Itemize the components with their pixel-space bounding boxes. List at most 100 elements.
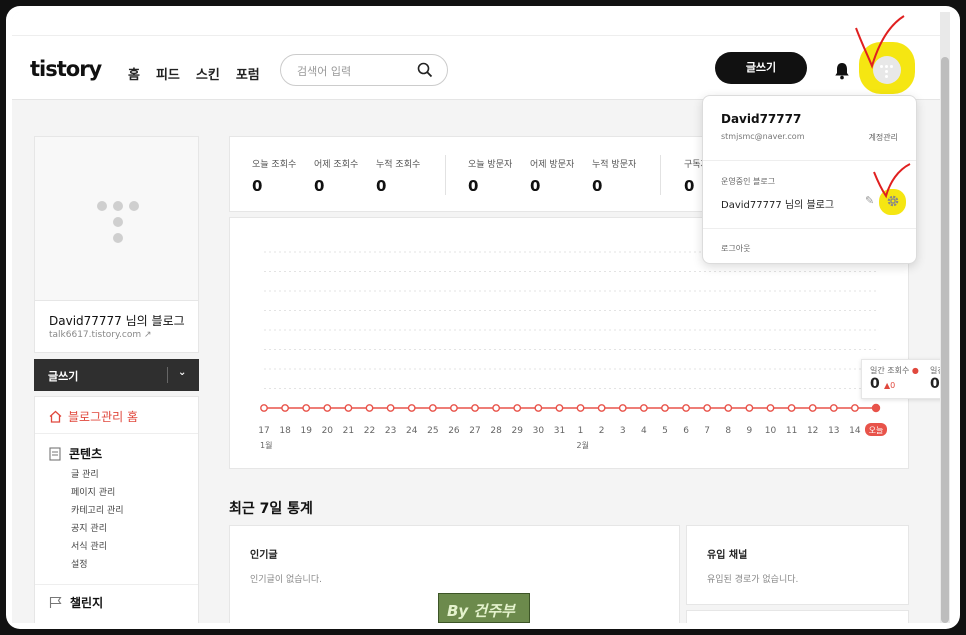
data-point [555, 404, 564, 412]
dropdown-blog-link[interactable]: David77777 님의 블로그 [721, 196, 834, 211]
home-icon [49, 410, 62, 423]
sidebar-item-settings[interactable]: 설정 [71, 557, 88, 570]
account-settings-link[interactable]: 계정관리 [869, 132, 898, 143]
data-point [682, 404, 690, 412]
data-point [344, 404, 353, 412]
divider [35, 584, 198, 585]
x-tick-label: 26 [448, 426, 460, 436]
data-point [850, 404, 859, 412]
data-point [386, 404, 395, 412]
inflow-channel-card: 유입 채널 유입된 경로가 없습니다. [686, 525, 909, 605]
stat-value: 0 [376, 177, 387, 195]
data-point [808, 404, 817, 412]
data-point [281, 404, 290, 412]
stat-value: 0 [530, 177, 541, 195]
stat-value: 0 [252, 177, 263, 195]
x-tick-label: 3 [620, 426, 626, 436]
nav-skin[interactable]: 스킨 [196, 64, 220, 83]
blog-url-text: talk6617.tistory.com [49, 330, 142, 340]
stat-label: 오늘 방문자 [468, 160, 513, 170]
dropdown-username: David77777 [721, 112, 802, 126]
profile-avatar[interactable] [873, 56, 901, 84]
nav-forum[interactable]: 포럼 [236, 64, 260, 83]
x-tick-label: 5 [662, 426, 668, 436]
pencil-icon[interactable]: ✎ [865, 194, 874, 207]
sidebar-write-label: 글쓰기 [48, 370, 79, 383]
sidebar-item-home[interactable]: 블로그관리 홈 [49, 408, 138, 425]
sidebar-section-contents[interactable]: 콘텐츠 [49, 445, 102, 462]
sidebar-item-pages[interactable]: 페이지 관리 [71, 485, 115, 498]
divider [703, 160, 916, 161]
blog-thumbnail[interactable] [35, 137, 198, 301]
sidebar-section-challenge[interactable]: 챌린지 [49, 594, 103, 611]
empty-message: 유입된 경로가 없습니다. [707, 575, 799, 585]
data-point [745, 404, 754, 412]
scrollbar-thumb[interactable] [941, 57, 949, 623]
sidebar-item-categories[interactable]: 카테고리 관리 [71, 503, 124, 516]
data-point [365, 404, 374, 412]
stat-yesterday-views: 어제 조회수 0 [314, 157, 358, 195]
gear-icon[interactable] [886, 194, 900, 208]
data-point [534, 404, 543, 412]
stat-label: 어제 방문자 [530, 160, 575, 170]
x-tick-label: 1 [578, 426, 584, 436]
x-tick-label: 17 [258, 426, 269, 436]
search-input[interactable]: 검색어 입력 [280, 54, 448, 86]
x-tick-label: 29 [512, 426, 524, 436]
data-point [597, 404, 606, 412]
data-point [260, 404, 268, 412]
blog-url[interactable]: talk6617.tistory.com ↗ [49, 330, 152, 340]
x-tick-label: 6 [683, 426, 689, 436]
x-tick-label: 23 [385, 426, 396, 436]
sidebar-item-templates[interactable]: 서식 관리 [71, 539, 107, 552]
sidebar-item-posts[interactable]: 글 관리 [71, 467, 99, 480]
data-point [407, 404, 416, 412]
bell-icon[interactable] [834, 62, 850, 80]
stat-today-views: 오늘 조회수 0 [252, 157, 296, 195]
document-icon [49, 446, 61, 461]
x-tick-label: 7 [704, 426, 710, 436]
window-frame: tistory 홈 피드 스킨 포럼 검색어 입력 글쓰기 David77777… [6, 6, 960, 629]
x-tick-label: 18 [279, 426, 291, 436]
divider [660, 155, 661, 195]
watermark-text: By 건주부 [447, 602, 515, 620]
dropdown-section-label: 운영중인 블로그 [721, 177, 776, 186]
dropdown-email: stmjsmc@naver.com [721, 132, 805, 141]
x-tick-label: 12 [807, 426, 818, 436]
x-tick-label: 30 [533, 426, 545, 436]
top-header: tistory 홈 피드 스킨 포럼 검색어 입력 글쓰기 [12, 12, 950, 100]
data-point [302, 404, 311, 412]
blog-name[interactable]: David77777 님의 블로그 [49, 312, 185, 329]
sidebar-item-notices[interactable]: 공지 관리 [71, 521, 107, 534]
data-point [323, 404, 332, 412]
x-tick-label: 22 [364, 426, 375, 436]
nav-feed[interactable]: 피드 [156, 64, 180, 83]
stat-label: 오늘 조회수 [252, 160, 297, 170]
flag-icon [49, 596, 62, 608]
search-icon[interactable] [417, 62, 433, 78]
x-tick-label: 31 [554, 426, 565, 436]
extra-card [686, 610, 909, 623]
sidebar-write-button[interactable]: 글쓰기 ⌄ [34, 359, 199, 391]
data-point [576, 404, 585, 412]
stat-label: 누적 방문자 [592, 160, 637, 170]
x-tick-label: 13 [828, 426, 839, 436]
tistory-logo[interactable]: tistory [30, 57, 102, 81]
logout-link[interactable]: 로그아웃 [721, 243, 750, 254]
empty-message: 인기글이 없습니다. [250, 575, 322, 585]
external-link-icon: ↗ [143, 330, 152, 340]
x-tick-label: 11 [786, 426, 797, 436]
data-point [492, 404, 501, 412]
x-tick-label: 4 [641, 426, 647, 436]
chevron-down-icon[interactable]: ⌄ [178, 367, 186, 378]
nav-home[interactable]: 홈 [128, 64, 140, 83]
write-button[interactable]: 글쓰기 [715, 52, 807, 84]
stat-yesterday-visitors: 어제 방문자 0 [530, 157, 574, 195]
page-scrollbar[interactable] [940, 12, 950, 623]
data-point [450, 404, 458, 412]
tooltip-value: 0 [870, 376, 880, 392]
data-point [661, 404, 669, 412]
x-tick-label: 28 [490, 426, 502, 436]
tooltip-label: 일간 조회수 ● [870, 366, 919, 375]
chart-tooltip: 일간 조회수 ● 0 ▲0 일간 0 [861, 359, 950, 399]
